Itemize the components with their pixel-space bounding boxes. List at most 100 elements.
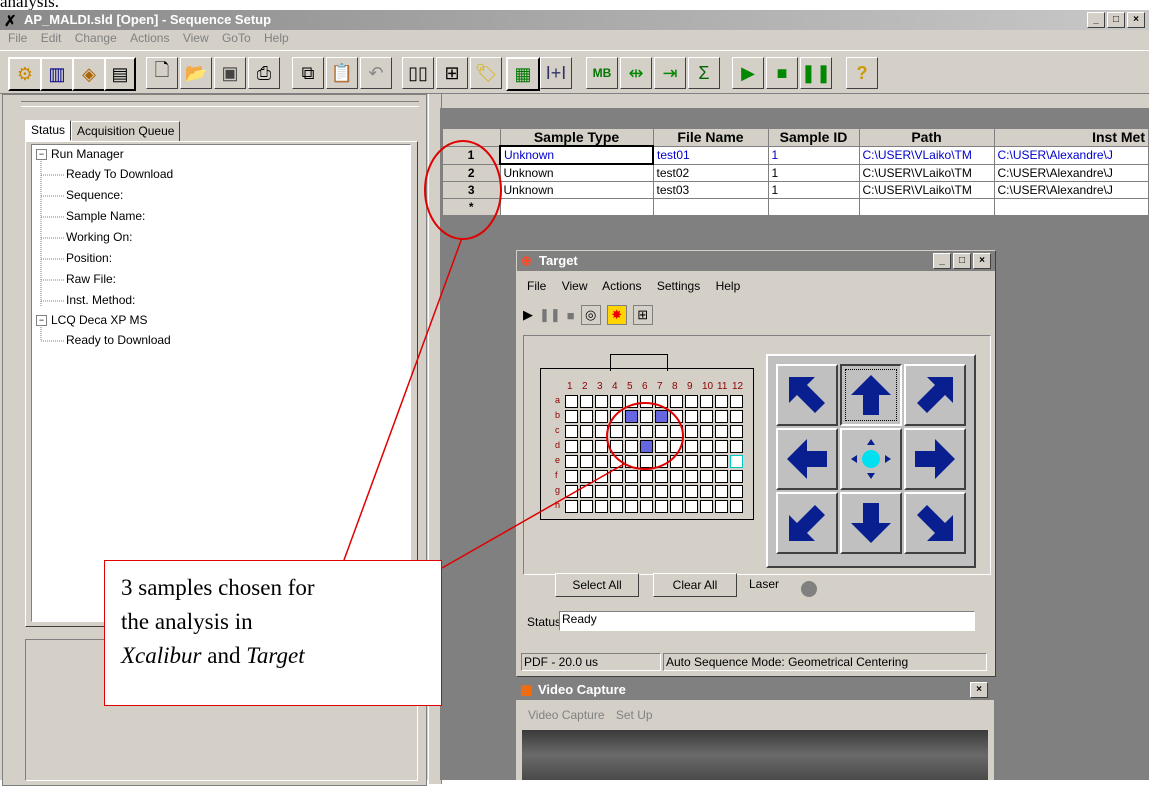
center-button[interactable] (840, 428, 902, 490)
plate-well[interactable] (715, 455, 728, 468)
table-cell[interactable] (499, 198, 654, 216)
plate-well[interactable] (610, 500, 623, 513)
table-row-new[interactable]: * (442, 198, 1149, 216)
print-icon[interactable]: ⎙ (248, 57, 280, 89)
table-cell[interactable]: C:\USER\Alexandre\J (993, 145, 1149, 165)
table-row[interactable]: 2 Unknown test02 1 C:\USER\VLaiko\TM C:\… (442, 163, 1149, 182)
plate-well[interactable] (580, 470, 593, 483)
move-up-right-button[interactable] (904, 364, 966, 426)
plate-well[interactable] (565, 440, 578, 453)
plate-well[interactable] (655, 470, 668, 483)
tab-acquisition-queue[interactable]: Acquisition Queue (71, 121, 181, 142)
plate-well[interactable] (700, 455, 713, 468)
table-cell[interactable]: C:\USER\Alexandre\J (993, 181, 1149, 199)
plate-well[interactable] (700, 485, 713, 498)
move-left-button[interactable] (776, 428, 838, 490)
plate-well[interactable] (685, 425, 698, 438)
plate-well[interactable] (670, 395, 683, 408)
sigma-icon[interactable]: Σ (688, 57, 720, 89)
road-map-view-icon[interactable]: ⚙ (8, 57, 42, 91)
copy-icon[interactable]: ⧉ (292, 57, 324, 89)
start-icon[interactable]: ▶ (732, 57, 764, 89)
plate-well[interactable] (730, 470, 743, 483)
plate-well[interactable] (640, 500, 653, 513)
insert-rows-icon[interactable]: ⇹ (620, 57, 652, 89)
target-menu-view[interactable]: View (562, 279, 588, 293)
plate-well[interactable] (580, 440, 593, 453)
plate-well[interactable] (565, 395, 578, 408)
table-cell[interactable]: test02 (652, 163, 769, 182)
video-menu-setup[interactable]: Set Up (616, 708, 653, 722)
table-cell[interactable] (767, 198, 860, 216)
table-cell[interactable]: Unknown (499, 163, 654, 182)
plate-well[interactable] (715, 440, 728, 453)
plate-well[interactable] (685, 440, 698, 453)
table-cell[interactable] (858, 198, 995, 216)
plate-well[interactable] (640, 485, 653, 498)
plate-well[interactable] (670, 485, 683, 498)
plate-well[interactable] (580, 455, 593, 468)
plate-well[interactable] (580, 410, 593, 423)
plate-well[interactable] (580, 485, 593, 498)
video-close-button[interactable]: × (970, 682, 988, 698)
target-menu-settings[interactable]: Settings (657, 279, 700, 293)
stop-icon[interactable]: ■ (766, 57, 798, 89)
panel-grip[interactable] (21, 101, 419, 107)
plate-well[interactable] (565, 410, 578, 423)
target-menu-actions[interactable]: Actions (602, 279, 641, 293)
instrument-setup-icon[interactable]: ◈ (72, 57, 106, 91)
stop-icon[interactable]: ■ (567, 308, 575, 323)
undo-icon[interactable]: ↶ (360, 57, 392, 89)
processing-setup-icon[interactable]: ▤ (104, 57, 136, 91)
plate-well[interactable] (730, 410, 743, 423)
plate-well[interactable] (730, 485, 743, 498)
open-folder-icon[interactable]: 📂 (180, 57, 212, 89)
plate-well[interactable] (595, 455, 608, 468)
column-header-file-name[interactable]: File Name (652, 128, 769, 147)
table-cell[interactable]: 1 (767, 145, 860, 165)
pause-icon[interactable]: ❚❚ (539, 307, 561, 323)
target-minimize-button[interactable]: _ (933, 253, 951, 269)
plate-well[interactable] (595, 500, 608, 513)
move-down-button[interactable] (840, 492, 902, 554)
plate-well[interactable] (640, 470, 653, 483)
pause-icon[interactable]: ❚❚ (800, 57, 832, 89)
table-cell[interactable]: C:\USER\VLaiko\TM (858, 181, 995, 199)
plate-well[interactable] (595, 395, 608, 408)
paste-icon[interactable]: 📋 (326, 57, 358, 89)
menu-change[interactable]: Change (75, 31, 117, 45)
append-icon[interactable]: ⇥ (654, 57, 686, 89)
spiral-icon[interactable]: ◎ (580, 305, 601, 325)
menu-goto[interactable]: GoTo (222, 31, 251, 45)
plate-well[interactable] (685, 485, 698, 498)
plate-well[interactable] (625, 470, 638, 483)
column-icon[interactable]: I+I (540, 57, 572, 89)
plate-well[interactable] (670, 470, 683, 483)
column-arrangement-icon[interactable]: ▯▯ (402, 57, 434, 89)
plate-well[interactable] (685, 410, 698, 423)
status-field[interactable]: Ready (559, 611, 975, 631)
close-button[interactable]: × (1127, 12, 1145, 28)
table-cell[interactable] (652, 198, 769, 216)
plate-well[interactable] (700, 440, 713, 453)
target-maximize-button[interactable]: □ (953, 253, 971, 269)
table-cell[interactable]: C:\USER\VLaiko\TM (858, 163, 995, 182)
table-cell[interactable]: test03 (652, 181, 769, 199)
plate-well[interactable] (730, 395, 743, 408)
plate-well[interactable] (625, 485, 638, 498)
plate-well[interactable] (715, 395, 728, 408)
menu-view[interactable]: View (183, 31, 209, 45)
plate-well[interactable] (715, 470, 728, 483)
plate-well[interactable] (700, 500, 713, 513)
grid-icon[interactable]: ⊞ (632, 305, 653, 325)
move-up-button[interactable] (840, 364, 902, 426)
plate-well[interactable] (610, 485, 623, 498)
table-cell[interactable]: Unknown (499, 181, 654, 199)
plate-well[interactable] (655, 485, 668, 498)
plate-well[interactable] (685, 470, 698, 483)
plate-well[interactable] (670, 500, 683, 513)
clear-all-button[interactable]: Clear All (653, 573, 737, 597)
plate-well[interactable] (715, 410, 728, 423)
plate-well[interactable] (580, 500, 593, 513)
mb-icon[interactable]: MB (586, 57, 618, 89)
